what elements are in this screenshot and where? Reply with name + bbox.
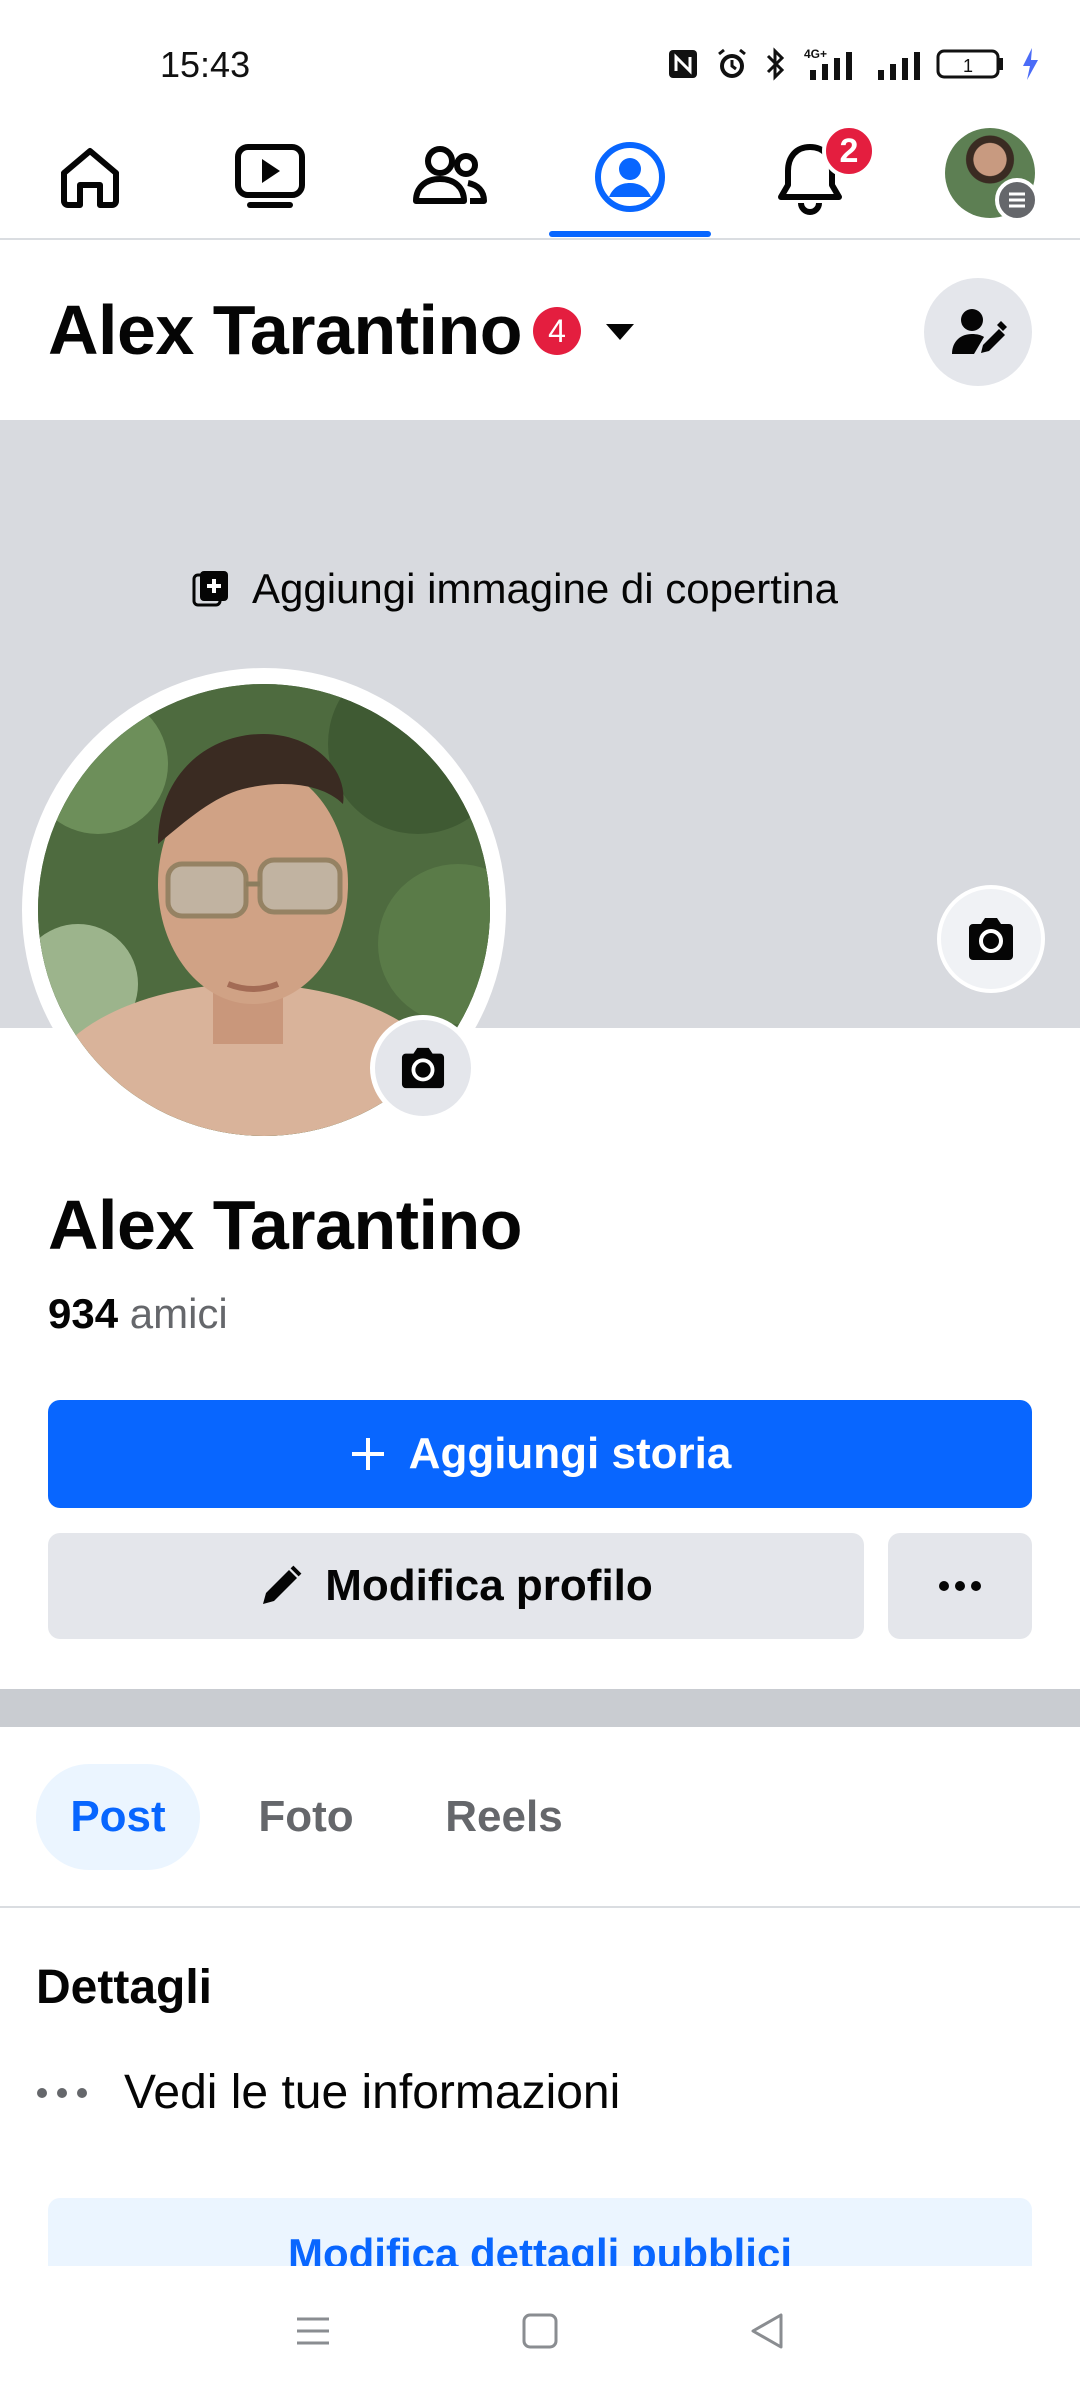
add-story-label: Aggiungi storia — [408, 1429, 732, 1478]
tab-post[interactable]: Post — [36, 1764, 200, 1870]
profile-name: Alex Tarantino — [48, 1186, 523, 1264]
top-nav — [0, 115, 1080, 239]
nav-home[interactable] — [10, 115, 170, 239]
svg-text:4G+: 4G+ — [804, 47, 827, 61]
nav-divider — [0, 238, 1080, 240]
profile-photo-camera-button[interactable] — [370, 1015, 476, 1121]
menu-icon[interactable] — [995, 178, 1039, 222]
edit-profile-button[interactable]: Modifica profilo — [48, 1533, 864, 1639]
camera-icon — [401, 1047, 445, 1089]
charging-icon — [1023, 48, 1038, 80]
cover-camera-button[interactable] — [937, 885, 1045, 993]
friends-number: 934 — [48, 1290, 119, 1337]
signal-4g-icon: 4G+ — [804, 47, 852, 80]
signal-icon — [878, 52, 920, 80]
tab-foto[interactable]: Foto — [226, 1764, 386, 1870]
profile-icon — [595, 142, 665, 212]
notification-badge: 2 — [822, 124, 876, 178]
plus-icon — [351, 1438, 384, 1470]
user-edit-icon — [952, 309, 1007, 354]
recent-apps-icon[interactable] — [293, 2313, 333, 2354]
more-horizontal-icon — [939, 1581, 981, 1591]
edit-profile-shortcut-button[interactable] — [924, 278, 1032, 386]
friends-count[interactable]: 934 amici — [48, 1290, 228, 1338]
alarm-icon — [718, 48, 746, 78]
battery-icon: 1 — [936, 49, 1003, 79]
see-info-label: Vedi le tue informazioni — [124, 2066, 621, 2119]
nfc-icon — [669, 50, 697, 78]
friends-label: amici — [129, 1290, 228, 1337]
friends-icon — [413, 146, 487, 204]
profile-switcher-name[interactable]: Alex Tarantino — [48, 290, 523, 370]
add-cover-button[interactable]: Aggiungi immagine di copertina — [190, 565, 838, 613]
more-options-button[interactable] — [888, 1533, 1032, 1639]
add-cover-label: Aggiungi immagine di copertina — [252, 565, 839, 612]
add-story-button[interactable]: Aggiungi storia — [48, 1400, 1032, 1508]
see-info-row[interactable]: Vedi le tue informazioni — [36, 2065, 620, 2120]
nav-friends[interactable] — [370, 115, 530, 239]
status-time: 15:43 — [160, 44, 251, 85]
home-square-icon[interactable] — [520, 2311, 560, 2356]
back-triangle-icon[interactable] — [747, 2311, 787, 2356]
bluetooth-icon — [766, 47, 785, 81]
pencil-icon — [263, 1565, 302, 1604]
chevron-down-icon[interactable] — [602, 318, 638, 349]
tabs-divider — [0, 1906, 1080, 1908]
system-nav-bar — [0, 2266, 1080, 2400]
tab-reels[interactable]: Reels — [416, 1764, 592, 1870]
home-icon — [61, 148, 119, 208]
add-photo-icon — [192, 571, 228, 607]
more-horizontal-icon — [37, 2087, 87, 2098]
svg-text:1: 1 — [963, 56, 973, 76]
profile-switcher-badge: 4 — [533, 307, 581, 355]
video-icon — [235, 144, 305, 208]
nav-video[interactable] — [190, 115, 350, 239]
edit-profile-label: Modifica profilo — [325, 1561, 653, 1610]
status-icons: 4G+ 1 — [666, 46, 1040, 82]
active-tab-indicator — [549, 231, 711, 237]
camera-icon — [969, 918, 1013, 960]
nav-profile[interactable] — [550, 115, 710, 239]
section-separator — [0, 1689, 1080, 1727]
details-title: Dettagli — [36, 1961, 213, 2014]
